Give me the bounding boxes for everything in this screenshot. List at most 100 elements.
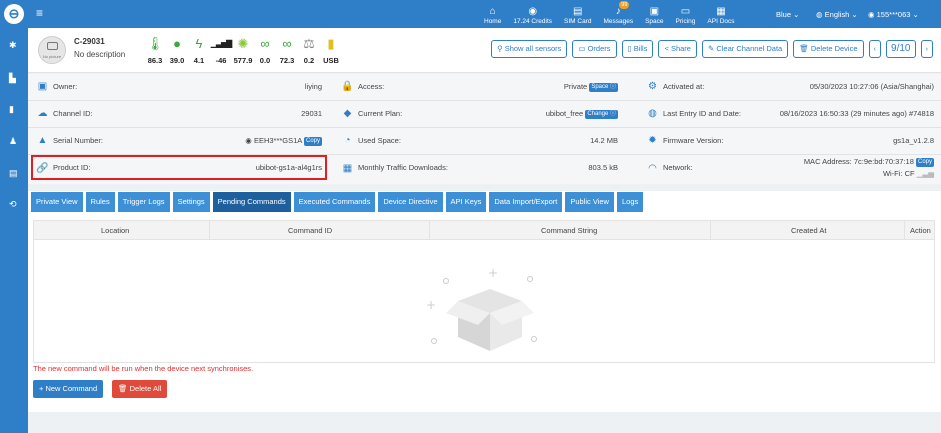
firmware-gear-icon: ✹: [648, 135, 657, 146]
product-id-highlight: [31, 155, 327, 180]
column-location[interactable]: Location: [101, 221, 129, 240]
eye-icon[interactable]: ◉: [245, 136, 252, 145]
home-icon[interactable]: ✱: [9, 40, 17, 51]
sensor-reading[interactable]: ϟ 4.1: [188, 34, 210, 65]
id-card-icon: ▣: [37, 81, 48, 92]
tab-rules[interactable]: Rules: [85, 192, 115, 212]
device-info-panel: ▣ Owner: liying 🔒 Access: Private Space …: [28, 74, 941, 184]
tab-private-view[interactable]: Private View: [31, 192, 83, 212]
tab-settings[interactable]: Settings: [172, 192, 210, 212]
tab-device-directive[interactable]: Device Directive: [378, 192, 443, 212]
last-entry-label: Last Entry ID and Date:: [663, 109, 741, 118]
clear-channel-data-button[interactable]: ✎ Clear Channel Data: [701, 40, 789, 58]
tab-trigger-logs[interactable]: Trigger Logs: [117, 192, 170, 212]
tab-data-import-export[interactable]: Data Import/Export: [489, 192, 563, 212]
tab-logs[interactable]: Logs: [616, 192, 644, 212]
menu-toggle-icon[interactable]: ≡: [36, 6, 43, 20]
top-navigation-bar: ⊖ ≡ ⌂ Home ◉ 17.24 Credits ▤ SIM Card ♪ 99 Messa…: [0, 0, 941, 28]
sensor-reading[interactable]: ⚖ 0.2: [298, 34, 320, 65]
globe-icon: ◍: [648, 108, 657, 119]
show-all-sensors-button[interactable]: ⚲ Show all sensors: [491, 40, 568, 58]
bills-button[interactable]: ▯ Bills: [621, 40, 654, 58]
tab-pending-commands[interactable]: Pending Commands: [212, 192, 291, 212]
column-command-string[interactable]: Command String: [541, 221, 597, 240]
tab-public-view[interactable]: Public View: [565, 192, 614, 212]
firmware-label: Firmware Version:: [663, 136, 724, 145]
user-menu[interactable]: ◉ 155***063 ⌄: [868, 0, 919, 28]
language-selector[interactable]: ◍ English ⌄: [816, 0, 858, 28]
light-sun-icon: ✺: [237, 36, 249, 51]
humidity-drop-icon: ●: [173, 36, 181, 51]
device-avatar[interactable]: No picture: [38, 36, 66, 64]
share-icon[interactable]: ⟲: [9, 199, 17, 210]
new-command-button[interactable]: + New Command: [33, 380, 104, 398]
logo-icon[interactable]: ⊖: [4, 4, 24, 24]
nav-item-messages[interactable]: ♪ 99 Messages: [597, 0, 639, 28]
chevron-down-icon: ⌄: [912, 9, 919, 19]
nav-item-17-24-credits[interactable]: ◉ 17.24 Credits: [507, 0, 558, 28]
space-icon: ▣: [649, 6, 660, 17]
column-command-id[interactable]: Command ID: [288, 221, 332, 240]
space-tag[interactable]: Space ⓘ: [589, 82, 618, 92]
orders-button[interactable]: ▭ Orders: [572, 40, 617, 58]
nav-item-home[interactable]: ⌂ Home: [478, 0, 507, 28]
current-plan-label: Current Plan:: [358, 109, 403, 118]
wifi-signal-icon: ▁▃▅: [916, 169, 934, 178]
delete-all-button[interactable]: 🗑 Delete All: [112, 380, 168, 398]
svg-text:+: +: [426, 298, 436, 312]
chart-icon[interactable]: ▙: [9, 73, 16, 84]
next-device-button[interactable]: ›: [920, 40, 933, 58]
usb-battery-icon: ▮: [327, 36, 335, 51]
used-space-value: 14.2 MB: [590, 136, 618, 145]
thermometer-icon: 🌡: [146, 36, 164, 51]
change-plan-tag[interactable]: Change ⓘ: [585, 109, 618, 119]
nav-item-space[interactable]: ▣ Space: [639, 0, 669, 28]
user-icon[interactable]: ♟: [9, 136, 17, 147]
sensor-reading[interactable]: ∞ 72.3: [276, 34, 298, 65]
gear-icon: ⚙: [648, 81, 657, 92]
sensor-reading[interactable]: ∞ 0.0: [254, 34, 276, 65]
owner-label: Owner:: [53, 82, 78, 91]
nav-item-sim-card[interactable]: ▤ SIM Card: [558, 0, 597, 28]
share-label: Share: [670, 44, 691, 53]
device-header: No picture C-29031 No description 🌡 86.3 ●…: [28, 28, 941, 73]
avatar-text: No picture: [42, 54, 62, 59]
column-action: Action: [910, 226, 931, 235]
last-entry-value: 08/16/2023 16:50:33 (29 minutes ago) #74…: [779, 109, 934, 118]
delete-device-button[interactable]: 🗑 Delete Device: [793, 40, 864, 58]
coins-icon: ◉: [528, 6, 538, 17]
tab-api-keys[interactable]: API Keys: [445, 192, 487, 212]
serial-value: ◉ EEH3***GS1A Copy: [245, 128, 322, 154]
sensor-value: 4.1: [193, 56, 205, 65]
api-docs-icon: ▦: [716, 6, 726, 17]
device-description[interactable]: No description: [74, 50, 125, 59]
share-button[interactable]: < Share: [658, 40, 697, 58]
tab-executed-commands[interactable]: Executed Commands: [293, 192, 376, 212]
sensor-reading[interactable]: ▁▃▅▇ -46: [210, 34, 233, 65]
scale-icon: ⚖: [303, 36, 315, 51]
sensor-reading[interactable]: 🌡 86.3: [144, 34, 166, 65]
nav-item-pricing[interactable]: ▭ Pricing: [670, 0, 702, 28]
device-name: C-29031: [74, 37, 105, 46]
bills-label: Bills: [633, 44, 648, 53]
prev-device-button[interactable]: ‹: [868, 40, 882, 58]
sensor-reading[interactable]: ● 39.0: [166, 34, 188, 65]
column-divider: [209, 221, 210, 240]
sensor-reading[interactable]: ✺ 577.9: [232, 34, 254, 65]
bookmark-icon[interactable]: ▮: [9, 104, 14, 115]
database-icon[interactable]: ▤: [9, 168, 18, 179]
chip-icon: ▲: [37, 135, 48, 146]
sensor-reading[interactable]: ▮ USB: [320, 34, 342, 65]
theme-selector[interactable]: Blue ⌄: [776, 0, 799, 28]
copy-serial-button[interactable]: Copy: [303, 136, 322, 146]
nav-item-api-docs[interactable]: ▦ API Docs: [701, 0, 740, 28]
current-plan-value: ubibot_free Change ⓘ: [546, 101, 618, 127]
activated-label: Activated at:: [663, 82, 705, 91]
column-created-at[interactable]: Created At: [791, 221, 826, 240]
sensor-value: -46: [215, 56, 227, 65]
download-icon: ▦: [342, 163, 353, 174]
sensor-value: 39.0: [169, 56, 185, 65]
access-label: Access:: [358, 82, 385, 91]
sensor-readings: 🌡 86.3 ● 39.0 ϟ 4.1 ▁▃▅▇ -46 ✺ 577.9 ∞ 0.0 ∞ 72.3 ⚖ 0.2…: [144, 34, 342, 65]
plan-text: ubibot_free: [545, 109, 584, 118]
